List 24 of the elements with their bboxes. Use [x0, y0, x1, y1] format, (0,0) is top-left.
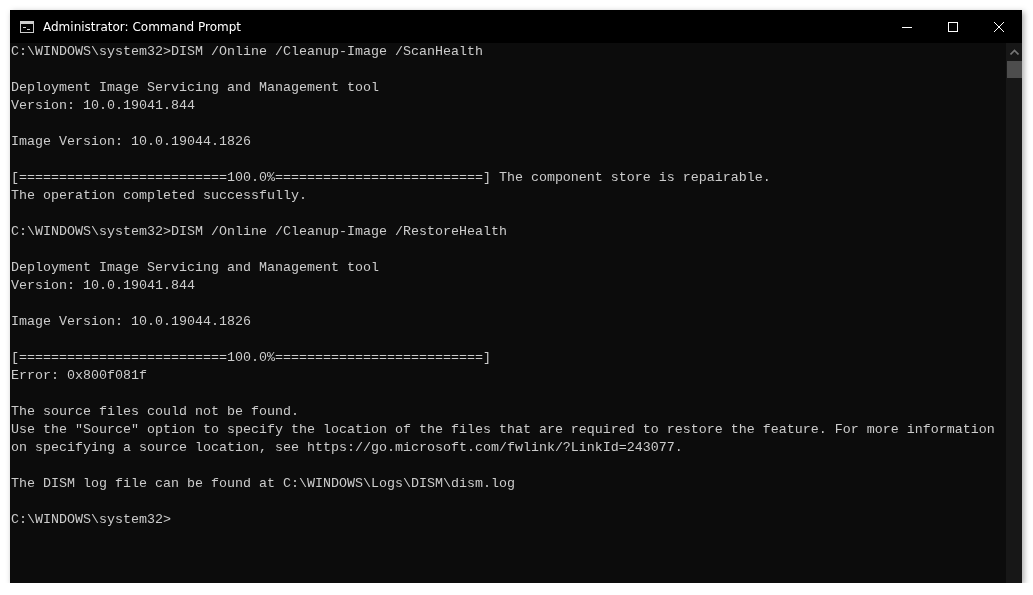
console-line: Deployment Image Servicing and Management tool	[11, 79, 380, 97]
console-line: The operation completed successfully.	[11, 187, 308, 205]
console-line: Use the "Source" option to specify the location of the files that are required to restore the feature. For more information	[11, 421, 996, 439]
console-line: Image Version: 10.0.19044.1826	[11, 133, 252, 151]
scrollbar-thumb[interactable]	[1006, 61, 1022, 78]
scroll-up-icon[interactable]	[1009, 49, 1019, 55]
console-icon	[20, 20, 34, 33]
console-line: The DISM log file can be found at C:\WINDOWS\Logs\DISM\dism.log	[11, 475, 516, 493]
console-line: on specifying a source location, see https://go.microsoft.com/fwlink/?LinkId=243077.	[11, 439, 684, 457]
console-line: Error: 0x800f081f	[11, 367, 148, 385]
console-line: [==========================100.0%==========================] The component store is repairable.	[11, 169, 772, 187]
console-line: Version: 10.0.19041.844	[11, 97, 196, 115]
console-line: Version: 10.0.19041.844	[11, 277, 196, 295]
window-title: Administrator: Command Prompt	[43, 19, 241, 34]
close-icon	[994, 21, 1004, 32]
console-line: Image Version: 10.0.19044.1826	[11, 313, 252, 331]
console-line: Deployment Image Servicing and Management tool	[11, 259, 380, 277]
console-line: The source files could not be found.	[11, 403, 300, 421]
scrollbar[interactable]	[1006, 43, 1022, 583]
maximize-icon	[948, 21, 958, 32]
console-line: C:\WINDOWS\system32>DISM /Online /Cleanup-Image /ScanHealth	[11, 43, 484, 61]
console-line: [==========================100.0%==========================]	[11, 349, 492, 367]
console-line: C:\WINDOWS\system32>DISM /Online /Cleanup-Image /RestoreHealth	[11, 223, 508, 241]
console-line: C:\WINDOWS\system32>	[11, 511, 172, 529]
